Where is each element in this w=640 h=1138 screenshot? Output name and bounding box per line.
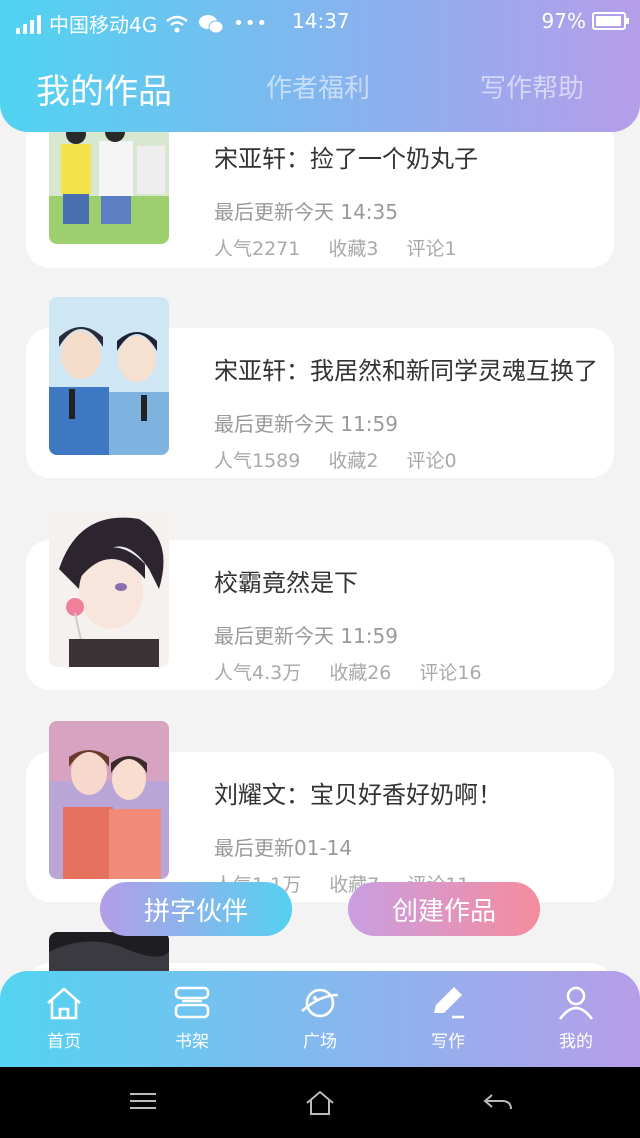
signal-icon — [16, 14, 41, 34]
popularity-count: 人气2271 — [214, 238, 301, 260]
tab-writing-help[interactable]: 写作帮助 — [480, 68, 584, 105]
work-title[interactable]: 刘耀文：宝贝好香好奶啊！ — [214, 775, 502, 810]
work-updated: 最后更新01-14 — [214, 836, 353, 860]
nav-profile[interactable]: 我的 — [536, 983, 616, 1052]
work-updated: 最后更新今天 14:35 — [214, 200, 398, 224]
popularity-count: 人气4.3万 — [214, 662, 302, 684]
battery-percent: 97% — [541, 9, 586, 33]
home-icon — [47, 987, 81, 1020]
nav-home-label: 首页 — [47, 1032, 81, 1052]
user-icon — [558, 986, 594, 1020]
nav-square[interactable]: 广场 — [280, 983, 360, 1052]
wifi-icon — [166, 15, 189, 32]
bottom-nav: 首页 书架 广场 写作 我的 — [0, 971, 640, 1067]
nav-bookshelf-label: 书架 — [175, 1032, 209, 1052]
favorites-count: 收藏3 — [328, 238, 379, 260]
work-stats: 人气4.3万 收藏26 评论16 — [214, 658, 482, 685]
status-left: 中国移动4G ••• — [16, 9, 268, 38]
work-updated: 最后更新今天 11:59 — [214, 624, 398, 648]
pen-icon — [434, 987, 464, 1019]
nav-home[interactable]: 首页 — [24, 983, 104, 1052]
favorites-count: 收藏26 — [329, 662, 392, 684]
status-time: 14:37 — [292, 9, 350, 33]
app-header: 中国移动4G ••• 14:37 97% 我的作品 作者福利 写作帮助 — [0, 0, 640, 132]
work-title[interactable]: 校霸竟然是下 — [214, 563, 358, 598]
work-stats: 人气1589 收藏2 评论0 — [214, 446, 457, 473]
spelling-partner-button[interactable]: 拼字伙伴 — [100, 882, 292, 936]
nav-write-label: 写作 — [431, 1032, 465, 1052]
work-cover-image[interactable] — [49, 721, 169, 879]
work-title[interactable]: 宋亚轩：我居然和新同学灵魂互换了 — [214, 351, 598, 386]
tab-my-works[interactable]: 我的作品 — [36, 64, 172, 113]
status-right: 97% — [541, 9, 629, 33]
work-cover-image[interactable] — [49, 297, 169, 455]
wechat-icon — [199, 14, 224, 33]
planet-icon — [301, 988, 339, 1018]
carrier-label: 中国移动4G — [49, 13, 158, 37]
system-home-icon[interactable] — [304, 1089, 336, 1117]
work-title[interactable]: 宋亚轩：捡了一个奶丸子 — [214, 139, 478, 174]
system-nav-bar — [0, 1067, 640, 1138]
tab-author-benefits[interactable]: 作者福利 — [266, 68, 370, 105]
work-updated: 最后更新今天 11:59 — [214, 412, 398, 436]
nav-profile-label: 我的 — [559, 1032, 593, 1052]
work-stats: 人气2271 收藏3 评论1 — [214, 234, 457, 261]
work-cover-image[interactable] — [49, 509, 169, 667]
nav-write[interactable]: 写作 — [408, 983, 488, 1052]
comments-count: 评论1 — [406, 238, 457, 260]
comments-count: 评论0 — [406, 450, 457, 472]
bookshelf-icon — [174, 986, 210, 1019]
nav-bookshelf[interactable]: 书架 — [152, 983, 232, 1052]
comments-count: 评论16 — [419, 662, 482, 684]
menu-icon[interactable] — [128, 1089, 158, 1113]
popularity-count: 人气1589 — [214, 450, 301, 472]
status-bar: 中国移动4G ••• 14:37 97% — [0, 0, 640, 44]
back-icon[interactable] — [482, 1089, 514, 1115]
nav-square-label: 广场 — [303, 1032, 337, 1052]
battery-icon — [592, 12, 629, 30]
favorites-count: 收藏2 — [328, 450, 379, 472]
more-dots-icon: ••• — [233, 13, 269, 34]
create-work-button[interactable]: 创建作品 — [348, 882, 540, 936]
